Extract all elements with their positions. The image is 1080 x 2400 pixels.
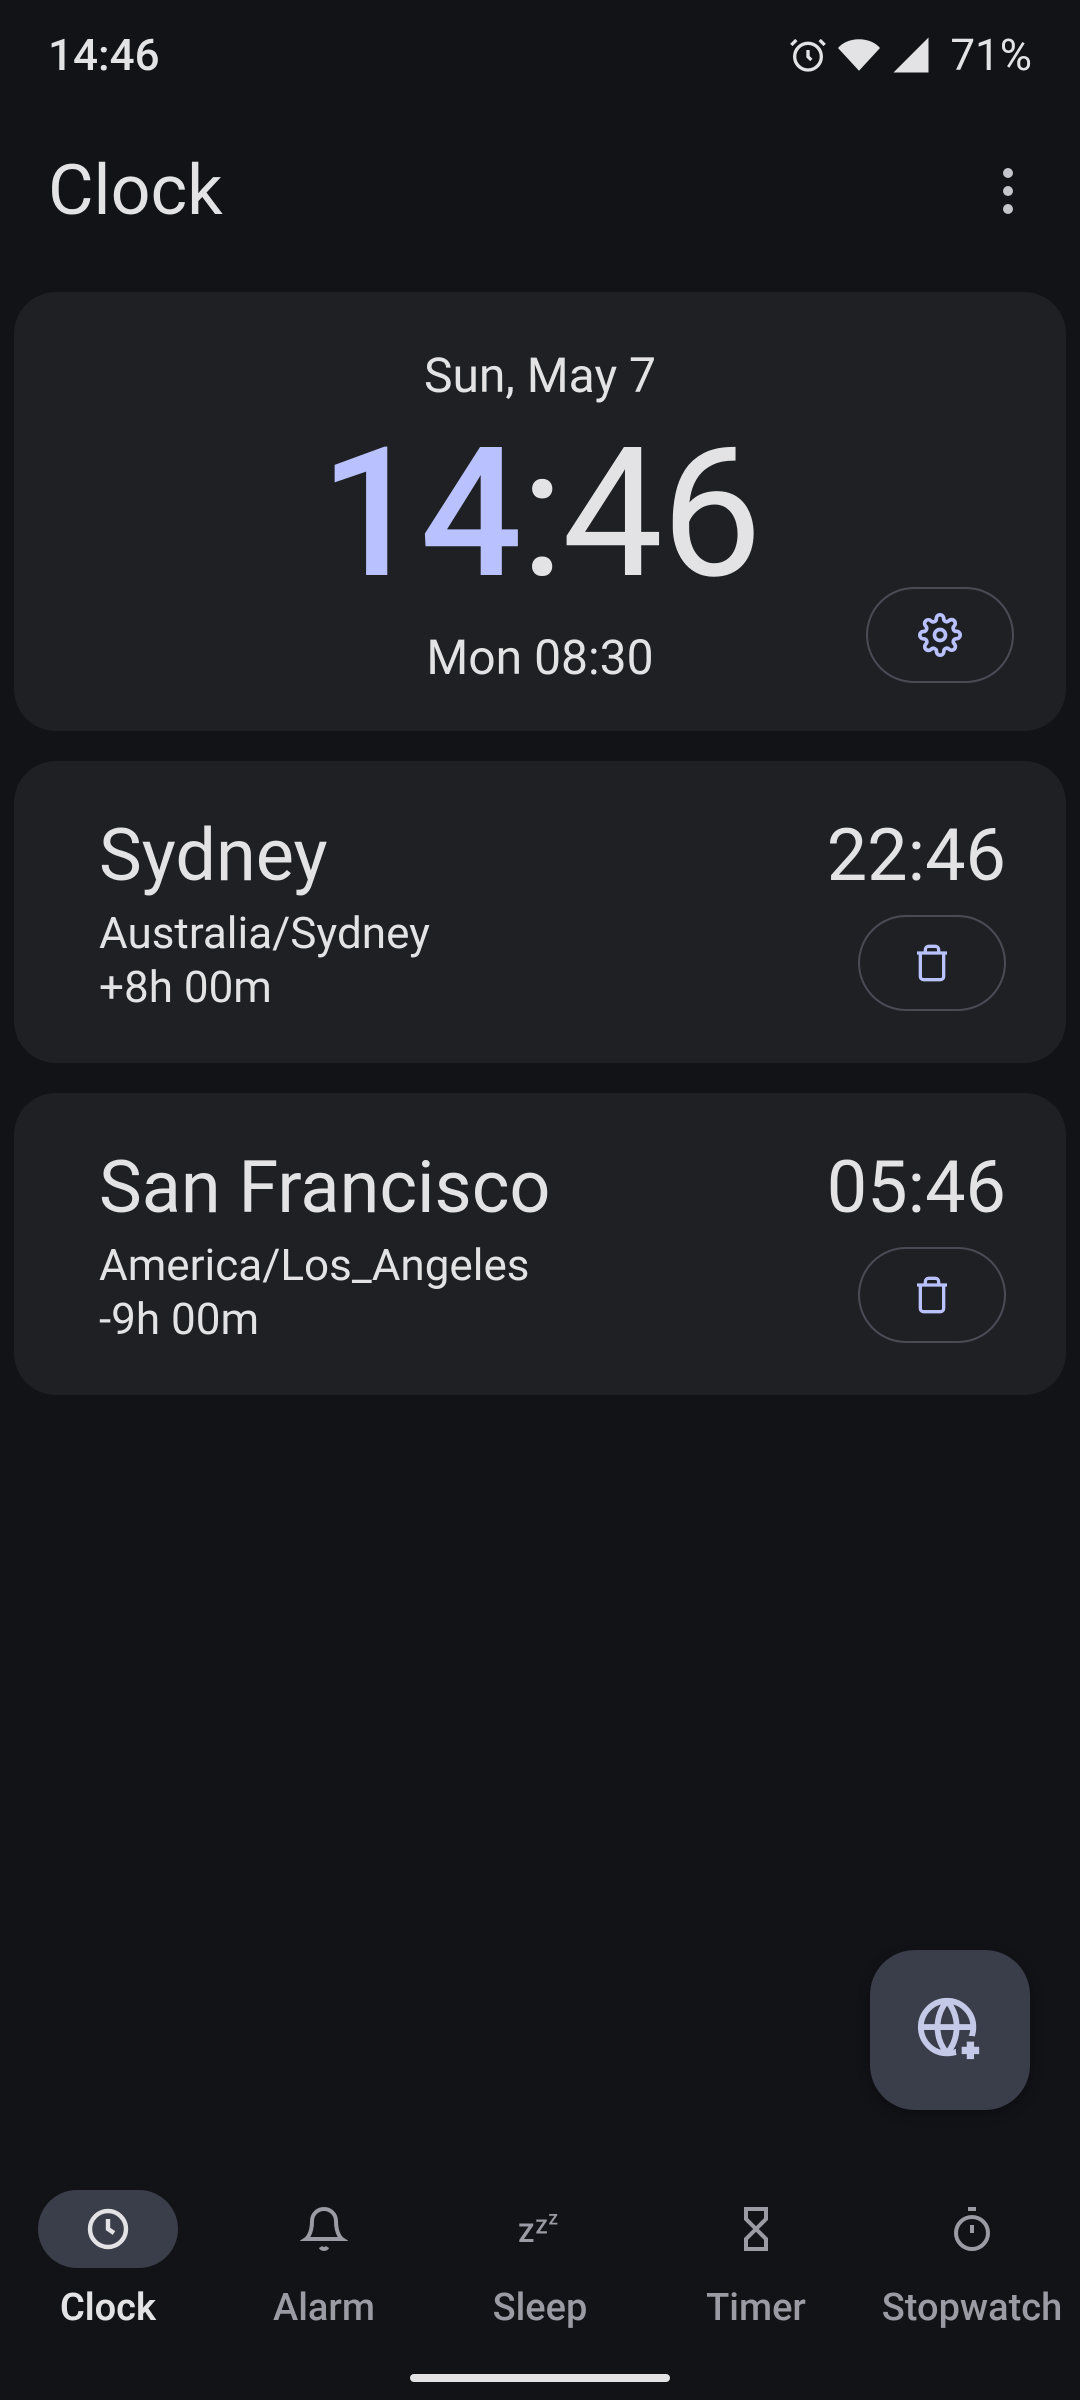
main-minutes: 46 bbox=[562, 408, 760, 619]
nav-stopwatch[interactable]: Stopwatch bbox=[864, 2190, 1080, 2330]
delete-city-button[interactable] bbox=[858, 915, 1006, 1011]
nav-label: Stopwatch bbox=[882, 2286, 1062, 2330]
battery-percent: 71% bbox=[950, 29, 1032, 81]
cellular-icon bbox=[890, 34, 932, 76]
status-bar: 14:46 71% bbox=[0, 0, 1080, 100]
city-offset: -9h 00m bbox=[99, 1293, 550, 1345]
add-city-button[interactable] bbox=[870, 1950, 1030, 2110]
nav-label: Clock bbox=[60, 2286, 156, 2330]
main-time: 14:46 bbox=[54, 424, 1026, 604]
city-name: San Francisco bbox=[99, 1148, 550, 1227]
nav-label: Timer bbox=[706, 2286, 806, 2330]
delete-city-button[interactable] bbox=[858, 1247, 1006, 1343]
wifi-icon bbox=[838, 34, 880, 76]
nav-sleep[interactable]: Z Z Z Sleep bbox=[432, 2190, 648, 2330]
stopwatch-icon bbox=[902, 2190, 1042, 2268]
main-hours: 14 bbox=[320, 408, 521, 619]
nav-alarm[interactable]: Alarm bbox=[216, 2190, 432, 2330]
svg-text:Z: Z bbox=[549, 2211, 558, 2229]
city-card-sydney[interactable]: Sydney Australia/Sydney +8h 00m 22:46 bbox=[14, 761, 1066, 1063]
alarm-icon bbox=[788, 35, 828, 75]
status-time: 14:46 bbox=[48, 29, 160, 81]
city-name: Sydney bbox=[99, 816, 430, 895]
city-time: 22:46 bbox=[827, 816, 1006, 895]
svg-text:Z: Z bbox=[518, 2219, 534, 2249]
gesture-bar bbox=[410, 2374, 670, 2382]
main-date: Sun, May 7 bbox=[54, 347, 1026, 404]
bottom-navigation: Clock Alarm Z Z Z Sleep Timer bbox=[0, 2160, 1080, 2400]
city-timezone: Australia/Sydney bbox=[99, 907, 430, 959]
clock-icon bbox=[38, 2190, 178, 2268]
nav-clock[interactable]: Clock bbox=[0, 2190, 216, 2330]
city-card-san-francisco[interactable]: San Francisco America/Los_Angeles -9h 00… bbox=[14, 1093, 1066, 1395]
nav-timer[interactable]: Timer bbox=[648, 2190, 864, 2330]
city-timezone: America/Los_Angeles bbox=[99, 1239, 550, 1291]
hourglass-icon bbox=[686, 2190, 826, 2268]
page-title: Clock bbox=[48, 150, 223, 232]
city-time: 05:46 bbox=[827, 1148, 1006, 1227]
app-header: Clock bbox=[0, 100, 1080, 272]
city-offset: +8h 00m bbox=[99, 961, 430, 1013]
settings-button[interactable] bbox=[866, 587, 1014, 683]
nav-label: Alarm bbox=[273, 2286, 375, 2330]
bell-icon bbox=[254, 2190, 394, 2268]
more-options-button[interactable] bbox=[984, 167, 1032, 215]
svg-text:Z: Z bbox=[536, 2215, 548, 2238]
nav-label: Sleep bbox=[493, 2286, 588, 2330]
sleep-icon: Z Z Z bbox=[470, 2190, 610, 2268]
status-icons: 71% bbox=[788, 29, 1032, 81]
main-clock-card: Sun, May 7 14:46 Mon 08:30 bbox=[14, 292, 1066, 731]
